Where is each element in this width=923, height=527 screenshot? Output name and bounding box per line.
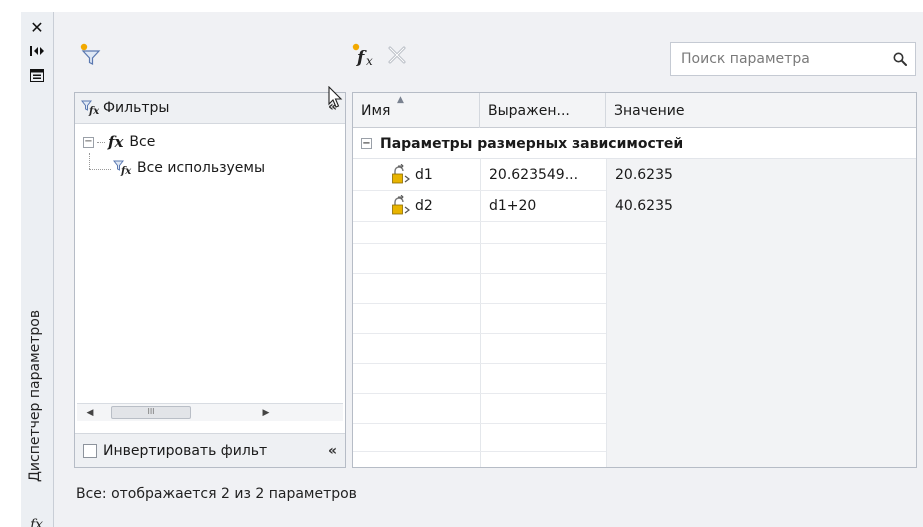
parameter-value: 20.6235 xyxy=(615,167,673,183)
palette-title-text: Диспетчер параметров xyxy=(27,309,43,482)
parameter-value-cell[interactable]: 40.6235 xyxy=(615,191,673,221)
tree-item-label: Все используемы xyxy=(137,160,266,176)
column-header-label: Выражен... xyxy=(488,102,570,119)
invert-filter-checkbox[interactable] xyxy=(83,443,97,458)
mouse-cursor-icon xyxy=(328,86,343,108)
tree-item-all[interactable]: − fx Все xyxy=(83,131,155,153)
tree-item-all-used[interactable]: fx Все используемы xyxy=(113,157,265,179)
properties-icon[interactable] xyxy=(27,66,47,84)
palette-title-strip: ✕ Диспетчер параметров fx xyxy=(21,12,54,527)
filters-header: fx Фильтры « xyxy=(75,93,345,124)
row-divider xyxy=(353,273,606,274)
group-label: Параметры размерных зависимостей xyxy=(380,135,684,152)
row-divider xyxy=(353,303,606,304)
autohide-glyph xyxy=(30,46,44,56)
filter-fx-icon: fx xyxy=(113,160,132,176)
tree-connector xyxy=(89,169,111,170)
row-divider xyxy=(353,333,606,334)
row-divider xyxy=(353,451,606,452)
tree-item-label: Все xyxy=(129,134,156,150)
collapse-filters-button-bottom[interactable]: « xyxy=(328,443,337,459)
scroll-right-icon[interactable]: ▶ xyxy=(259,406,273,420)
column-header-label: Имя xyxy=(361,102,391,119)
parameter-name: d1 xyxy=(415,167,433,183)
parameters-manager-palette: f x fx Фильтры « − xyxy=(54,12,923,527)
filter-fx-icon: fx xyxy=(81,100,99,116)
filters-horizontal-scrollbar[interactable]: ◀ III ▶ xyxy=(77,403,343,421)
column-divider xyxy=(480,159,481,467)
search-icon[interactable] xyxy=(885,43,915,75)
parameter-expression: 20.623549... xyxy=(489,167,579,183)
scroll-thumb[interactable]: III xyxy=(111,406,191,419)
dimension-lock-icon xyxy=(392,164,410,184)
row-divider xyxy=(353,423,606,424)
dimension-lock-icon xyxy=(392,195,410,215)
table-row[interactable]: d1 xyxy=(389,160,433,190)
tree-connector xyxy=(97,141,105,143)
status-text: Все: отображается 2 из 2 параметров xyxy=(76,486,357,502)
search-box xyxy=(670,42,916,76)
tree-connector xyxy=(89,153,90,169)
sort-ascending-icon: ▲ xyxy=(397,95,404,105)
parameter-value-cell[interactable]: 20.6235 xyxy=(615,160,673,190)
group-row-dimensional-parameters[interactable]: − Параметры размерных зависимостей xyxy=(353,129,916,159)
invert-filter-row: Инвертировать фильт « xyxy=(75,433,345,467)
autohide-icon[interactable] xyxy=(27,42,47,60)
column-header-name[interactable]: Имя ▲ xyxy=(353,93,480,128)
column-divider xyxy=(606,159,607,467)
svg-text:fx: fx xyxy=(88,106,99,116)
invert-filter-label: Инвертировать фильт xyxy=(103,442,268,459)
delete-icon[interactable] xyxy=(384,42,410,68)
fx-icon: fx xyxy=(30,517,44,527)
column-header-value[interactable]: Значение xyxy=(606,93,916,128)
close-icon[interactable]: ✕ xyxy=(27,17,47,37)
svg-text:x: x xyxy=(366,54,373,68)
parameter-name: d2 xyxy=(415,198,433,214)
row-divider xyxy=(353,363,606,364)
column-header-label: Значение xyxy=(614,102,685,119)
new-filter-icon[interactable] xyxy=(76,40,104,68)
filters-header-label: Фильтры xyxy=(103,100,170,116)
properties-glyph xyxy=(30,68,44,82)
parameter-expression-cell[interactable]: d1+20 xyxy=(489,191,536,221)
row-divider xyxy=(353,221,606,222)
filters-panel: fx Фильтры « − fx Все fx Все используемы… xyxy=(74,92,346,468)
search-input[interactable] xyxy=(671,43,885,75)
parameters-grid: Имя ▲ Выражен... Значение − Параметры ра… xyxy=(352,92,917,468)
row-divider xyxy=(353,243,606,244)
grid-header: Имя ▲ Выражен... Значение xyxy=(353,93,916,128)
tree-collapse-icon[interactable]: − xyxy=(83,136,94,148)
row-divider xyxy=(353,393,606,394)
parameter-expression-cell[interactable]: 20.623549... xyxy=(489,160,578,190)
parameter-value: 40.6235 xyxy=(615,198,673,214)
column-header-expression[interactable]: Выражен... xyxy=(480,93,606,128)
svg-text:fx: fx xyxy=(120,166,132,176)
fx-icon: fx xyxy=(108,133,124,151)
close-glyph: ✕ xyxy=(30,17,44,37)
scroll-left-icon[interactable]: ◀ xyxy=(83,406,97,420)
parameter-expression: d1+20 xyxy=(489,198,537,214)
table-row[interactable]: d2 xyxy=(389,191,433,221)
new-parameter-icon[interactable]: f x xyxy=(348,40,382,70)
group-collapse-icon[interactable]: − xyxy=(361,138,372,149)
